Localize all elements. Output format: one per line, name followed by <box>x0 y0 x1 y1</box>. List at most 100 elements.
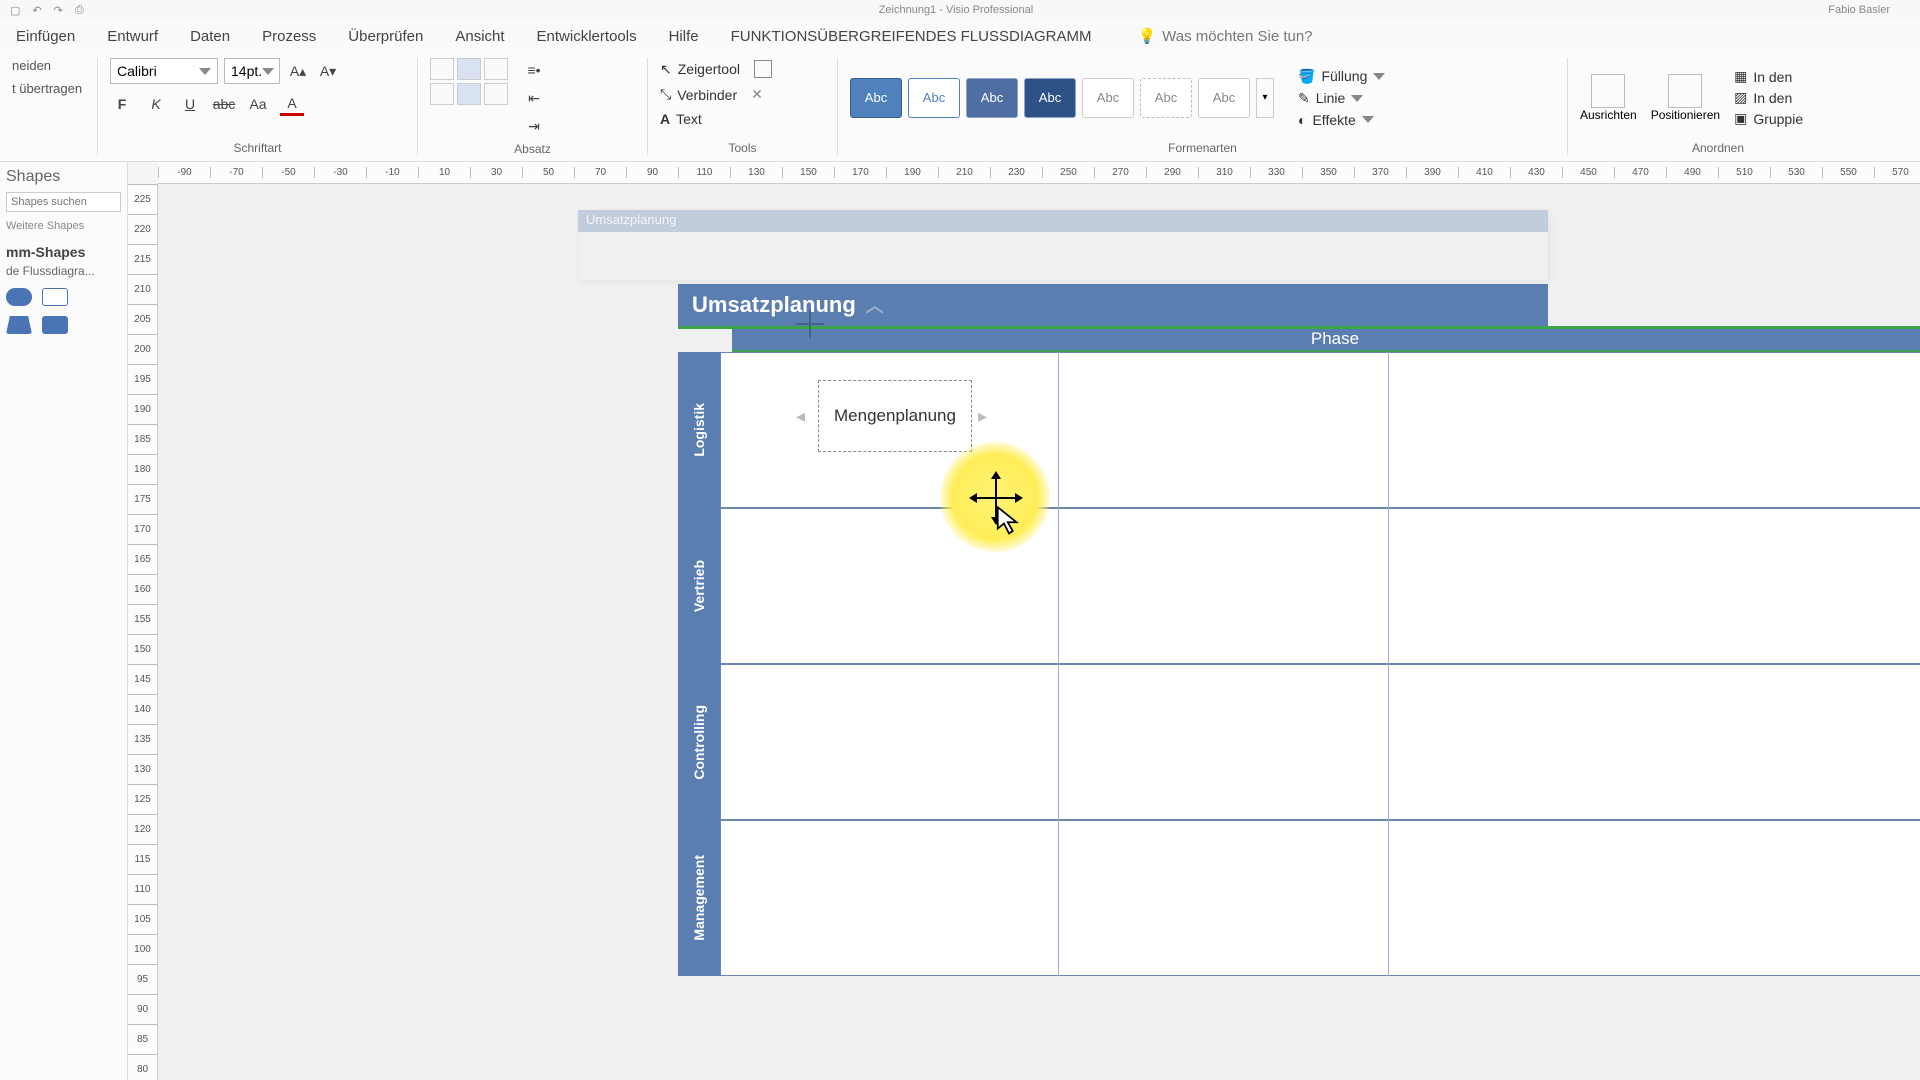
ruler-tick: 100 <box>128 934 157 964</box>
ruler-tick: 130 <box>128 754 157 784</box>
print-icon[interactable]: ⎙ <box>75 4 84 17</box>
effects-button[interactable]: ◐ Effekte <box>1298 111 1385 129</box>
shape-rect[interactable] <box>42 316 68 334</box>
align-middle-button[interactable] <box>457 83 481 105</box>
chevron-down-icon <box>199 68 211 75</box>
tab-daten[interactable]: Daten <box>184 24 236 49</box>
fill-button[interactable]: 🪣 Füllung <box>1298 67 1385 86</box>
shapes-search-input[interactable] <box>6 192 121 212</box>
align-left-button[interactable] <box>430 58 454 80</box>
ruler-tick: 170 <box>128 514 157 544</box>
font-size-value: 14pt. <box>231 63 262 79</box>
connector-tool-label: Verbinder <box>677 87 737 103</box>
font-name-combo[interactable]: Calibri <box>110 58 218 84</box>
style-swatch-3[interactable]: Abc <box>966 78 1018 118</box>
more-shapes-link[interactable]: Weitere Shapes <box>6 220 121 232</box>
close-icon[interactable]: ✕ <box>751 86 763 103</box>
redo-icon[interactable]: ↷ <box>54 4 63 17</box>
stencil-2-title[interactable]: de Flussdiagra... <box>6 264 121 278</box>
underline-button[interactable]: U <box>178 92 202 116</box>
ruler-tick: 200 <box>128 334 157 364</box>
undo-icon[interactable]: ↶ <box>32 4 41 17</box>
align-top-button[interactable] <box>430 83 454 105</box>
pointer-tool-button[interactable]: ↖ Zeigertool <box>660 58 772 80</box>
horizontal-ruler: -90-70-50-30-101030507090110130150170190… <box>158 162 1920 184</box>
ruler-tick: 195 <box>128 364 157 394</box>
autoconnect-arrow-left-icon[interactable]: ◂ <box>796 406 805 427</box>
bring-front-button[interactable]: ▦In den <box>1734 67 1803 86</box>
save-icon[interactable]: ▢ <box>10 4 20 17</box>
ruler-tick: 190 <box>128 394 157 424</box>
cut-button[interactable]: neiden <box>12 58 51 73</box>
ruler-tick: 120 <box>128 814 157 844</box>
bullets-button[interactable]: ≡• <box>522 58 546 82</box>
ruler-tick: 290 <box>1146 167 1198 178</box>
shape-rect-outline[interactable] <box>42 288 68 306</box>
pool-title-text: Umsatzplanung <box>692 292 856 318</box>
font-color-button[interactable]: A <box>280 92 304 116</box>
style-swatch-1[interactable]: Abc <box>850 78 902 118</box>
align-bottom-button[interactable] <box>484 83 508 105</box>
tab-ueberpruefen[interactable]: Überprüfen <box>342 24 429 49</box>
format-painter-button[interactable]: t übertragen <box>12 81 82 96</box>
drawing-surface[interactable]: Umsatzplanung Umsatzplanung ︿ Phase Logi… <box>158 184 1920 1080</box>
rectangle-tool-icon[interactable] <box>754 60 772 78</box>
lane-body-management[interactable] <box>720 820 1920 976</box>
connector-tool-button[interactable]: ⤡ Verbinder ✕ <box>660 84 763 105</box>
chevron-up-icon[interactable]: ︿ <box>866 292 884 318</box>
bucket-icon: 🪣 <box>1298 68 1315 85</box>
group-label-tools: Tools <box>660 137 825 155</box>
send-back-button[interactable]: ▨In den <box>1734 88 1803 107</box>
process-shape-mengenplanung[interactable]: Mengenplanung <box>818 380 972 452</box>
autoconnect-arrow-right-icon[interactable]: ▸ <box>978 406 987 427</box>
tell-me-search[interactable]: 💡 Was möchten Sie tun? <box>1137 27 1312 45</box>
lane-body-controlling[interactable] <box>720 664 1920 820</box>
bold-button[interactable]: F <box>110 92 134 116</box>
ruler-tick: 550 <box>1822 167 1874 178</box>
tab-hilfe[interactable]: Hilfe <box>663 24 705 49</box>
style-swatch-5[interactable]: Abc <box>1082 78 1134 118</box>
lane-body-vertrieb[interactable] <box>720 508 1920 664</box>
position-icon[interactable] <box>1668 74 1702 108</box>
tab-entwicklertools[interactable]: Entwicklertools <box>531 24 643 49</box>
shape-trapezoid[interactable] <box>6 316 32 334</box>
ruler-tick: 85 <box>128 1024 157 1054</box>
ruler-tick: -70 <box>210 167 262 178</box>
tab-prozess[interactable]: Prozess <box>256 24 322 49</box>
phase-header[interactable]: Phase <box>732 326 1920 352</box>
align-right-button[interactable] <box>484 58 508 80</box>
stencil-1-title[interactable]: mm-Shapes <box>6 244 121 260</box>
effects-icon: ◐ <box>1298 112 1306 128</box>
swimlane-diagram[interactable]: Umsatzplanung ︿ Phase Logistik Vertrieb … <box>678 284 1920 1044</box>
style-gallery-more[interactable]: ▾ <box>1256 78 1274 118</box>
tab-einfuegen[interactable]: Einfügen <box>10 24 81 49</box>
shrink-font-button[interactable]: A▾ <box>316 59 340 83</box>
style-swatch-7[interactable]: Abc <box>1198 78 1250 118</box>
lane-label-management[interactable]: Management <box>678 820 720 976</box>
tab-entwurf[interactable]: Entwurf <box>101 24 164 49</box>
italic-button[interactable]: K <box>144 92 168 116</box>
lane-label-logistik[interactable]: Logistik <box>678 352 720 508</box>
indent-dec-button[interactable]: ⇤ <box>522 86 546 110</box>
shape-rounded-rect[interactable] <box>6 288 32 306</box>
case-button[interactable]: Aa <box>246 92 270 116</box>
font-size-combo[interactable]: 14pt. <box>224 58 280 84</box>
lane-label-vertrieb[interactable]: Vertrieb <box>678 508 720 664</box>
indent-inc-button[interactable]: ⇥ <box>522 114 546 138</box>
style-gallery[interactable]: Abc Abc Abc Abc Abc Abc Abc ▾ <box>850 78 1274 118</box>
align-icon[interactable] <box>1591 74 1625 108</box>
line-button[interactable]: ✎ Linie <box>1298 89 1385 108</box>
text-tool-button[interactable]: A Text <box>660 109 702 129</box>
style-swatch-2[interactable]: Abc <box>908 78 960 118</box>
style-swatch-4[interactable]: Abc <box>1024 78 1076 118</box>
ruler-tick: 90 <box>626 167 678 178</box>
grow-font-button[interactable]: A▴ <box>286 59 310 83</box>
style-swatch-6[interactable]: Abc <box>1140 78 1192 118</box>
tab-flussdiagramm[interactable]: FUNKTIONSÜBERGREIFENDES FLUSSDIAGRAMM <box>725 24 1098 49</box>
lane-label-controlling[interactable]: Controlling <box>678 664 720 820</box>
group-objects-button[interactable]: ▣Gruppie <box>1734 109 1803 128</box>
tab-ansicht[interactable]: Ansicht <box>449 24 510 49</box>
strike-button[interactable]: abc <box>212 92 236 116</box>
align-center-button[interactable] <box>457 58 481 80</box>
phase-divider-1 <box>1058 352 1059 976</box>
